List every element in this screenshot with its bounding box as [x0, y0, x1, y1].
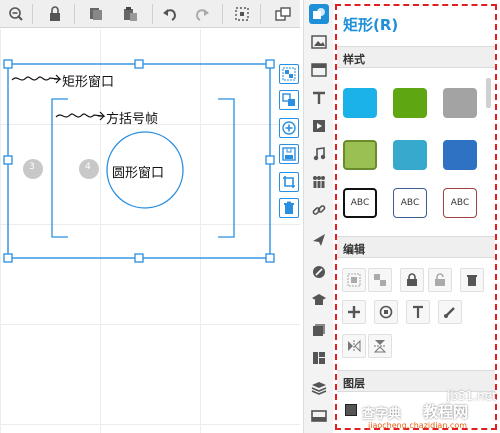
layout-icon[interactable] [309, 348, 329, 368]
badge-3: 3 [29, 162, 35, 172]
drawing-canvas[interactable]: 矩形窗口 方括号帧 圆形窗口 3 4 [0, 29, 300, 433]
arrange-icon[interactable] [273, 4, 293, 24]
paste-icon[interactable] [120, 4, 140, 24]
rect-window-label: 矩形窗口 [62, 75, 115, 90]
properties-panel: 矩形(R) 样式 ABC ABC ABC 编辑 图层 [335, 4, 497, 430]
lock-element-icon[interactable] [400, 268, 424, 292]
style-swatch-6[interactable] [443, 140, 477, 170]
top-toolbar [0, 0, 300, 28]
ungroup-icon[interactable] [279, 90, 299, 110]
arrow-2 [55, 113, 103, 118]
save-icon[interactable] [279, 144, 299, 164]
layer-item-icon[interactable] [345, 404, 357, 416]
crop-icon[interactable] [279, 172, 299, 192]
badge-4: 4 [85, 162, 91, 172]
style-abc-3[interactable]: ABC [443, 188, 477, 218]
section-edit-header: 编辑 [337, 236, 495, 258]
video-icon[interactable] [309, 116, 329, 136]
redo-icon[interactable] [192, 4, 212, 24]
flip-vertical-icon[interactable] [368, 334, 392, 358]
rotate-icon[interactable] [374, 300, 398, 324]
right-bracket [218, 98, 235, 238]
text-icon[interactable] [309, 88, 329, 108]
plus-icon[interactable] [342, 300, 366, 324]
delete-icon[interactable] [279, 198, 299, 218]
style-swatch-1[interactable] [343, 88, 377, 118]
panel-title: 矩形(R) [343, 16, 399, 34]
add-icon[interactable] [279, 118, 299, 138]
left-bracket [51, 98, 68, 238]
unlock-element-icon[interactable] [428, 268, 452, 292]
bracket-frame-label: 方括号帧 [106, 112, 159, 127]
style-abc-2[interactable]: ABC [393, 188, 427, 218]
zoom-out-icon[interactable] [6, 4, 26, 24]
select-all-icon[interactable] [232, 4, 252, 24]
style-swatch-3[interactable] [443, 88, 477, 118]
watermark-brand-c: 教程网 [423, 403, 469, 421]
rectangle-shape [7, 63, 271, 259]
format-brush-icon[interactable] [438, 300, 462, 324]
people-icon[interactable] [309, 172, 329, 192]
section-style-header: 样式 [337, 46, 495, 68]
undo-icon[interactable] [160, 4, 180, 24]
layers-icon[interactable] [309, 378, 329, 398]
element-icon-strip [303, 0, 333, 433]
style-abc-1[interactable]: ABC [343, 188, 377, 218]
combine-icon[interactable] [342, 268, 366, 292]
link-icon[interactable] [309, 200, 329, 220]
trash-icon[interactable] [460, 268, 484, 292]
circle-window-label: 圆形窗口 [112, 166, 165, 181]
watermark-url: jiaocheng.chazidian.com [368, 421, 468, 430]
canvas-shapes [3, 59, 275, 263]
group-icon[interactable] [279, 64, 299, 84]
watermark-brand-a: 查字典 [362, 407, 402, 422]
flip-horizontal-icon[interactable] [342, 334, 366, 358]
font-icon[interactable] [406, 300, 430, 324]
split-icon[interactable] [368, 268, 392, 292]
style-swatch-5[interactable] [393, 140, 427, 170]
panel-scrollbar[interactable] [486, 78, 491, 108]
copy-icon[interactable] [86, 4, 106, 24]
app-window: 矩形窗口 方括号帧 圆形窗口 3 4 矩形(R) 样式 ABC ABC ABC … [0, 0, 500, 433]
style-swatch-2[interactable] [393, 88, 427, 118]
music-icon[interactable] [309, 144, 329, 164]
lock-icon[interactable] [45, 4, 65, 24]
arrow-1 [11, 76, 59, 81]
brush-icon[interactable] [309, 262, 329, 282]
inbox-icon[interactable] [309, 406, 329, 426]
pages-icon[interactable] [309, 320, 329, 340]
graduation-icon[interactable] [309, 290, 329, 310]
frame-icon[interactable] [309, 60, 329, 80]
airplane-icon[interactable] [309, 230, 329, 250]
style-swatch-4[interactable] [343, 140, 377, 170]
shape-icon[interactable] [309, 4, 329, 24]
image-icon[interactable] [309, 32, 329, 52]
